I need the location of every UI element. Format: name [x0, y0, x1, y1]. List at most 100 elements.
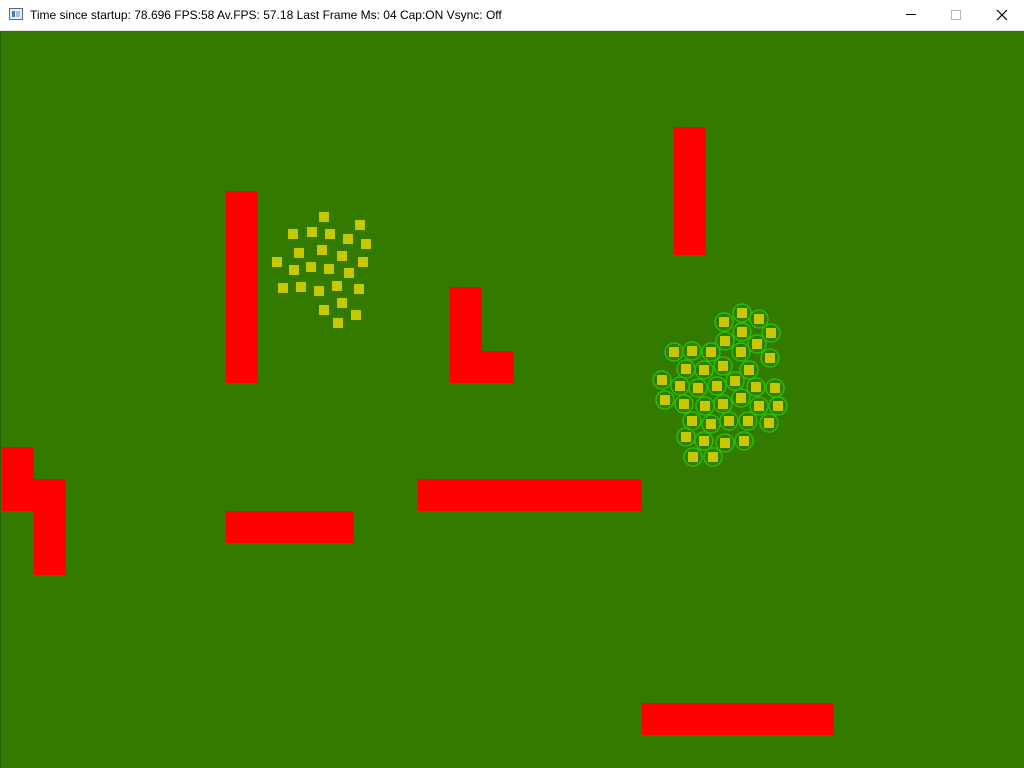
walls	[2, 127, 834, 735]
unit[interactable]	[289, 265, 299, 275]
unit[interactable]	[272, 257, 282, 267]
unit	[679, 399, 689, 409]
selected-unit[interactable]	[749, 396, 769, 416]
unit[interactable]	[307, 227, 317, 237]
unit[interactable]	[294, 248, 304, 258]
unit	[765, 353, 775, 363]
wall	[226, 191, 258, 383]
selected-unit[interactable]	[714, 312, 734, 332]
selected-unit[interactable]	[682, 341, 702, 361]
selected-unit[interactable]	[731, 342, 751, 362]
close-icon	[996, 9, 1008, 21]
unit	[700, 401, 710, 411]
selected-unit[interactable]	[701, 414, 721, 434]
unit	[718, 361, 728, 371]
selected-unit[interactable]	[683, 447, 703, 467]
unit[interactable]	[306, 262, 316, 272]
unit[interactable]	[332, 281, 342, 291]
selected-unit[interactable]	[765, 378, 785, 398]
selected-unit[interactable]	[760, 348, 780, 368]
unit[interactable]	[337, 251, 347, 261]
selected-unit[interactable]	[676, 359, 696, 379]
unit[interactable]	[325, 229, 335, 239]
selected-unit[interactable]	[703, 447, 723, 467]
unit	[736, 347, 746, 357]
unit	[739, 436, 749, 446]
app-window-icon[interactable]	[9, 8, 23, 20]
unit[interactable]	[314, 286, 324, 296]
unit[interactable]	[288, 229, 298, 239]
unit[interactable]	[319, 305, 329, 315]
unit[interactable]	[324, 264, 334, 274]
selected-unit[interactable]	[652, 370, 672, 390]
unit[interactable]	[343, 234, 353, 244]
wall	[226, 511, 354, 543]
selected-unit[interactable]	[738, 411, 758, 431]
selected-unit[interactable]	[670, 376, 690, 396]
unit	[743, 416, 753, 426]
unit[interactable]	[296, 282, 306, 292]
maximize-button[interactable]	[933, 0, 979, 30]
selected-unit[interactable]	[713, 394, 733, 414]
game-playfield[interactable]	[0, 31, 1024, 768]
selected-unit[interactable]	[719, 411, 739, 431]
unit	[660, 395, 670, 405]
selected-unit[interactable]	[695, 396, 715, 416]
wall	[34, 479, 66, 575]
unit	[675, 381, 685, 391]
unit[interactable]	[344, 268, 354, 278]
unit[interactable]	[317, 245, 327, 255]
unit	[730, 376, 740, 386]
title-bar[interactable]: Time since startup: 78.696 FPS:58 Av.FPS…	[0, 0, 1024, 31]
unit	[720, 336, 730, 346]
unit	[657, 375, 667, 385]
wall	[418, 479, 642, 511]
unselected-units	[272, 212, 371, 328]
unit[interactable]	[278, 283, 288, 293]
close-button[interactable]	[979, 0, 1024, 30]
selected-unit[interactable]	[713, 356, 733, 376]
selected-unit[interactable]	[715, 331, 735, 351]
unit	[754, 314, 764, 324]
unit	[699, 365, 709, 375]
unit[interactable]	[355, 220, 365, 230]
unit[interactable]	[337, 298, 347, 308]
unit	[773, 401, 783, 411]
selected-unit[interactable]	[674, 394, 694, 414]
unit	[681, 364, 691, 374]
selected-unit[interactable]	[734, 431, 754, 451]
selected-unit[interactable]	[747, 334, 767, 354]
selected-unit[interactable]	[746, 377, 766, 397]
selected-unit[interactable]	[655, 390, 675, 410]
unit	[752, 339, 762, 349]
unit	[706, 347, 716, 357]
unit[interactable]	[354, 284, 364, 294]
unit[interactable]	[361, 239, 371, 249]
selected-unit[interactable]	[688, 378, 708, 398]
unit	[720, 438, 730, 448]
minimize-button[interactable]	[888, 0, 934, 30]
unit	[693, 383, 703, 393]
unit[interactable]	[358, 257, 368, 267]
selected-unit[interactable]	[694, 431, 714, 451]
selected-unit[interactable]	[732, 322, 752, 342]
unit	[687, 416, 697, 426]
selected-unit[interactable]	[759, 413, 779, 433]
selected-unit[interactable]	[731, 388, 751, 408]
selected-unit[interactable]	[732, 303, 752, 323]
unit	[718, 399, 728, 409]
wall	[674, 127, 706, 255]
unit	[764, 418, 774, 428]
unit	[766, 328, 776, 338]
unit[interactable]	[333, 318, 343, 328]
unit	[687, 346, 697, 356]
unit[interactable]	[319, 212, 329, 222]
selected-unit[interactable]	[725, 371, 745, 391]
selected-unit[interactable]	[664, 342, 684, 362]
game-scene	[2, 127, 834, 735]
selected-unit[interactable]	[694, 360, 714, 380]
selected-unit[interactable]	[707, 376, 727, 396]
unit[interactable]	[351, 310, 361, 320]
selected-unit[interactable]	[676, 427, 696, 447]
selected-unit[interactable]	[768, 396, 788, 416]
